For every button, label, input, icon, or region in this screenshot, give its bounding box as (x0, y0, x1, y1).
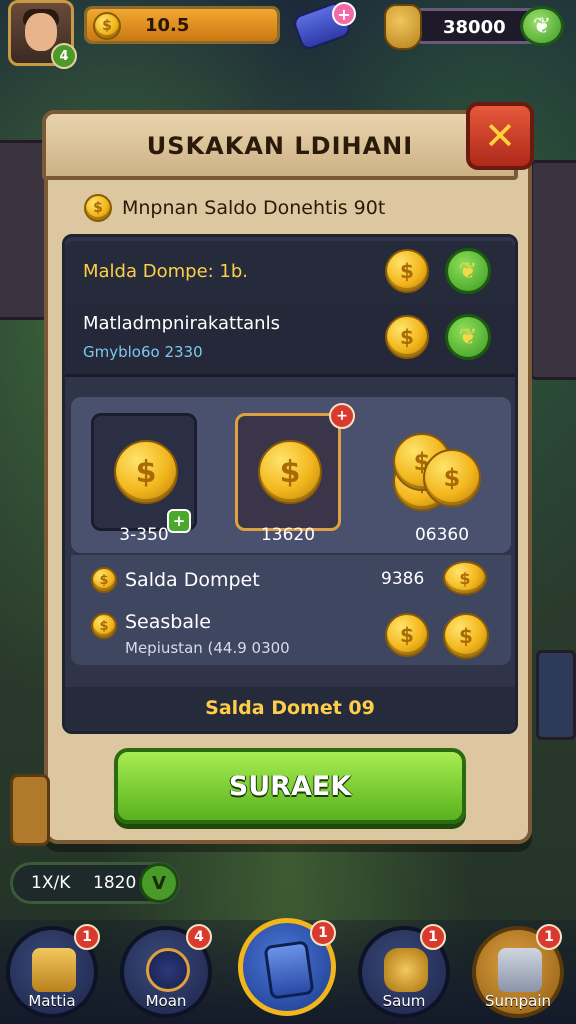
resource-pill-label: 1X/K (31, 873, 71, 893)
amount-option-1-value: 3-350 (119, 525, 169, 545)
wallet-balance-label: Salda Dompet (125, 569, 260, 591)
coin-icon: $ (423, 449, 481, 507)
balance-info: $ Salda Dompet 9386 $ $ Seasbale Mepiust… (71, 555, 511, 665)
coin-icon: $ (93, 12, 121, 40)
add-option-2-button[interactable]: + (329, 403, 355, 429)
nav-item-label: Saum (382, 992, 426, 1010)
modal-inner-panel: Malda Dompe: 1b. $ ❦ Matladmpnirakattanl… (62, 234, 518, 734)
background-house-right (530, 160, 576, 380)
confirm-button[interactable]: SURAEK (114, 748, 466, 824)
gold-value: 10.5 (145, 15, 190, 36)
wallet-phone-icon (263, 940, 315, 1000)
coin-icon: $ (443, 561, 487, 595)
seasonal-label: Seasbale (125, 611, 211, 633)
resource-pill-value: 1820 (93, 873, 137, 893)
scroll-icon (32, 948, 76, 992)
top-hud: 4 $ 10.5 + 38000 ❦ (0, 0, 576, 69)
player-avatar[interactable]: 4 (8, 0, 77, 69)
coin-icon[interactable]: $ (385, 249, 429, 293)
wallet-footer: Salda Domet 09 (65, 687, 515, 731)
notification-badge: 1 (310, 920, 336, 946)
modal-title: USKAKAN LDIHANI (146, 132, 414, 160)
level-badge: 4 (51, 43, 77, 69)
notification-badge: 1 (536, 924, 562, 950)
coin-icon: $ (91, 613, 117, 639)
side-envelope-icon[interactable] (10, 774, 50, 846)
gold-bag-icon (384, 948, 428, 992)
money-wings-icon[interactable]: ❦ (520, 6, 564, 46)
check-icon: V (139, 863, 179, 903)
money-bag-icon (384, 4, 422, 50)
amount-option-2[interactable]: $ (235, 413, 341, 531)
account-sub: Gmyblo6o 2330 (83, 343, 203, 361)
cash-value: 38000 (443, 17, 506, 38)
coin-stack-option-3[interactable]: $ $ $ (389, 419, 489, 519)
coin-icon: $ (114, 440, 178, 504)
nav-item-label: Sumpain (484, 992, 552, 1010)
modal-header: USKAKAN LDIHANI (42, 110, 518, 180)
avatar-face (25, 13, 57, 51)
nav-item-label: Moan (145, 992, 187, 1010)
add-gem-button[interactable]: + (332, 2, 356, 26)
resource-pill[interactable]: 1X/K 1820 V (10, 862, 180, 904)
amount-options: $ + 3-350 $ + 13620 $ $ $ 06360 (71, 397, 511, 553)
coin-icon[interactable]: $ (385, 315, 429, 359)
coin-icon[interactable]: $ (443, 613, 489, 659)
shop-icon (498, 948, 542, 992)
amount-option-2-value: 13620 (260, 525, 316, 545)
wallet-modal: USKAKAN LDIHANI $ Mnpnan Saldo Donehtis … (42, 110, 532, 844)
balance-label: Malda Dompe: 1b. (83, 261, 249, 282)
seasonal-sub: Mepiustan (44.9 0300 (125, 639, 290, 657)
account-row: Matladmpnirakattanls Gmyblo6o 2330 $ ❦ (65, 303, 515, 377)
amount-option-3-value: 06360 (414, 525, 470, 545)
gold-bar[interactable]: $ 10.5 (84, 6, 280, 44)
coin-icon: $ (91, 567, 117, 593)
notification-badge: 1 (74, 924, 100, 950)
notification-badge: 4 (186, 924, 212, 950)
wallet-balance-value: 9386 (381, 569, 425, 589)
background-crate (536, 650, 576, 740)
compass-icon (146, 948, 190, 992)
coin-icon[interactable]: $ (385, 613, 429, 657)
exchange-button[interactable]: ❦ (445, 248, 491, 294)
account-label: Matladmpnirakattanls (83, 313, 280, 334)
close-button[interactable]: ✕ (466, 102, 534, 170)
nav-item-label: Mattia (28, 992, 76, 1010)
coin-icon: $ (258, 440, 322, 504)
balance-row: Malda Dompe: 1b. $ ❦ (65, 241, 515, 307)
coin-icon: $ (84, 194, 112, 222)
modal-subtitle-row: $ Mnpnan Saldo Donehtis 90t (84, 194, 385, 222)
modal-subtitle: Mnpnan Saldo Donehtis 90t (122, 197, 386, 219)
transfer-button[interactable]: ❦ (445, 314, 491, 360)
notification-badge: 1 (420, 924, 446, 950)
